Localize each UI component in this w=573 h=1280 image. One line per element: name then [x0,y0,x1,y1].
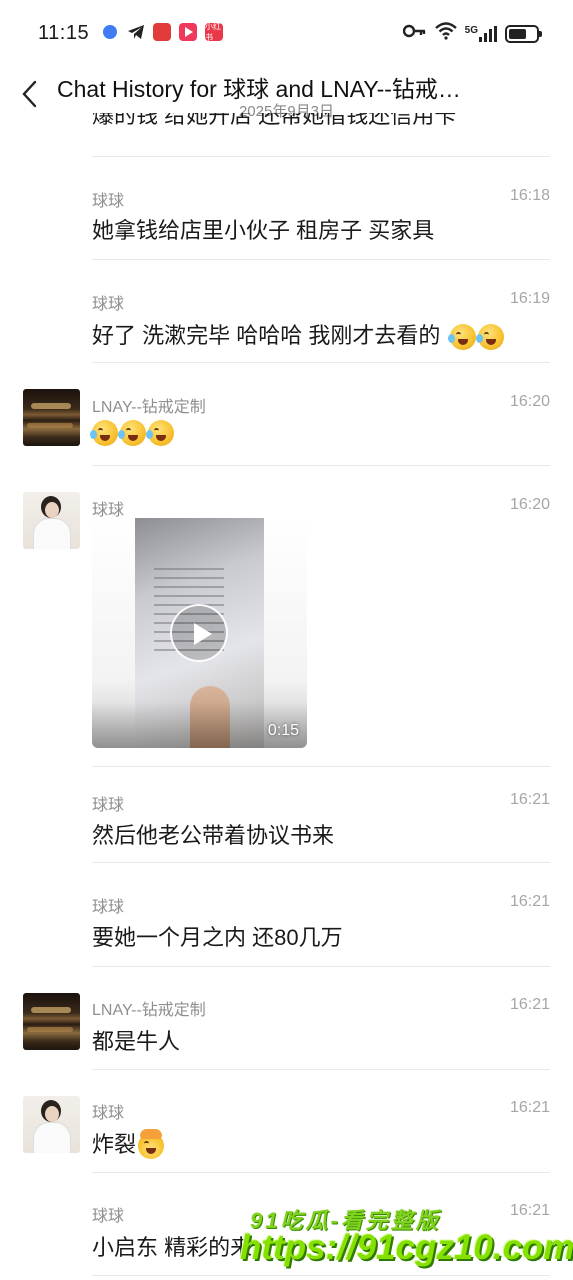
battery-icon [505,24,542,43]
message-text: 她拿钱给店里小伙子 租房子 买家具 [92,218,435,243]
laugh-cry-icon [476,324,505,351]
message-text-with-emoji: 炸裂 [92,1127,165,1160]
laugh-cry-icon [448,324,477,351]
message-text: 好了 洗漱完毕 哈哈哈 我刚才去看的 [92,323,441,348]
message-item[interactable]: LNAY--钻戒定制 16:21 都是牛人 [0,967,573,1070]
message-item[interactable]: 球球 16:21 要她一个月之内 还80几万 [0,863,573,966]
message-item[interactable]: 球球 16:21 炸裂 [0,1070,573,1173]
avatar[interactable] [23,1096,80,1153]
play-icon[interactable] [170,604,228,662]
message-time: 16:21 [509,791,550,808]
status-bar: 11:15 小红书 5G [0,0,573,64]
sender-name: LNAY--钻戒定制 [92,1002,206,1019]
message-time: 16:20 [509,393,550,410]
page-title: Chat History for 球球 and LNAY--钻戒… [57,76,461,102]
wifi-icon [434,22,457,45]
message-time: 16:21 [509,893,550,910]
signal-icon: 5G [464,24,497,42]
video-message[interactable]: 0:15 [92,518,307,748]
message-text: 然后他老公带着协议书来 [92,823,335,848]
avatar[interactable] [23,993,80,1050]
partial-text: 爆的钱 给她开店 还帮她借钱还信用卡 [92,113,457,128]
sender-name: 球球 [92,193,125,210]
divider [92,1275,550,1276]
message-time: 16:18 [509,187,550,204]
message-time: 16:21 [509,1099,550,1116]
avatar[interactable] [23,389,80,446]
message-time: 16:21 [509,1202,550,1219]
message-text: 要她一个月之内 还80几万 [92,925,343,950]
message-text: 炸裂 [92,1132,137,1157]
sender-name: 球球 [92,899,125,916]
message-time: 16:21 [509,996,550,1013]
message-time: 16:20 [509,496,550,513]
key-icon [402,24,427,43]
xiaohongshu-icon: 小红书 [204,22,224,42]
message-text: 都是牛人 [92,1029,181,1054]
laugh-cry-icon [146,420,174,446]
video-duration: 0:15 [267,722,299,739]
xiaohongshu-label: 小红书 [205,22,223,42]
network-type: 5G [464,24,478,36]
sender-name: 球球 [92,797,125,814]
message-item[interactable]: 球球 16:18 她拿钱给店里小伙子 租房子 买家具 [0,157,573,260]
message-item[interactable]: 球球 16:19 好了 洗漱完毕 哈哈哈 我刚才去看的 [0,260,573,363]
sender-name: LNAY--钻戒定制 [92,399,206,416]
message-item[interactable]: 球球 16:20 0:15 [0,466,573,766]
sender-name: 球球 [92,1105,125,1122]
avatar[interactable] [23,492,80,549]
telegram-icon [126,22,146,42]
partial-message-text: 爆的钱 给她开店 还帮她借钱还信用卡 [92,113,532,135]
laugh-cry-icon [118,420,146,446]
exploding-head-icon [138,1129,165,1160]
status-time: 11:15 [38,22,90,44]
message-item[interactable]: LNAY--钻戒定制 16:20 [0,363,573,466]
status-left-icons: 小红书 [100,22,224,42]
video-app-icon [178,22,198,42]
sender-name: 球球 [92,296,125,313]
sender-name: 球球 [92,1208,125,1225]
watermark-url: https://91cgz10.com [240,1228,573,1267]
message-time: 16:19 [509,290,550,307]
battery-fill [509,28,526,39]
message-text-with-emoji: 好了 洗漱完毕 哈哈哈 我刚才去看的 [92,318,505,351]
browser-dot-icon [100,22,120,42]
laugh-cry-icon [90,420,118,446]
emoji-row [90,420,174,446]
app-red-icon [152,22,172,42]
status-right-icons: 5G [402,22,542,45]
sender-name: 球球 [92,502,125,519]
message-item[interactable]: 球球 16:21 然后他老公带着协议书来 [0,767,573,870]
message-text: 小启东 精彩的来 [92,1235,253,1260]
